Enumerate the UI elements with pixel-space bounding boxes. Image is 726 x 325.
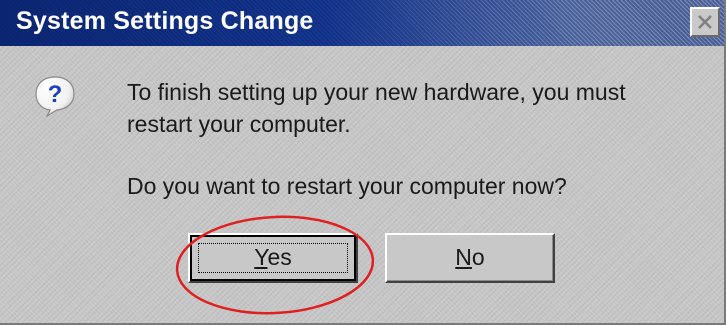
restart-question: Do you want to restart your computer now… — [127, 173, 567, 199]
focus-rectangle — [198, 243, 348, 273]
close-button[interactable] — [690, 7, 720, 37]
no-mnemonic: N — [455, 244, 472, 270]
question-icon: ? — [35, 76, 75, 117]
message-line-2: restart your computer. — [127, 111, 351, 137]
title-bar[interactable]: System Settings Change — [0, 0, 724, 46]
close-icon — [698, 15, 712, 29]
no-label-rest: o — [471, 244, 485, 270]
system-settings-change-dialog: System Settings Change ? To finish setti… — [0, 0, 726, 325]
svg-text:?: ? — [48, 81, 63, 108]
window-title: System Settings Change — [16, 7, 314, 35]
message-line-1: To finish setting up your new hardware, … — [127, 79, 626, 105]
no-button[interactable]: No — [385, 233, 555, 283]
yes-button[interactable]: Yes — [188, 233, 358, 283]
